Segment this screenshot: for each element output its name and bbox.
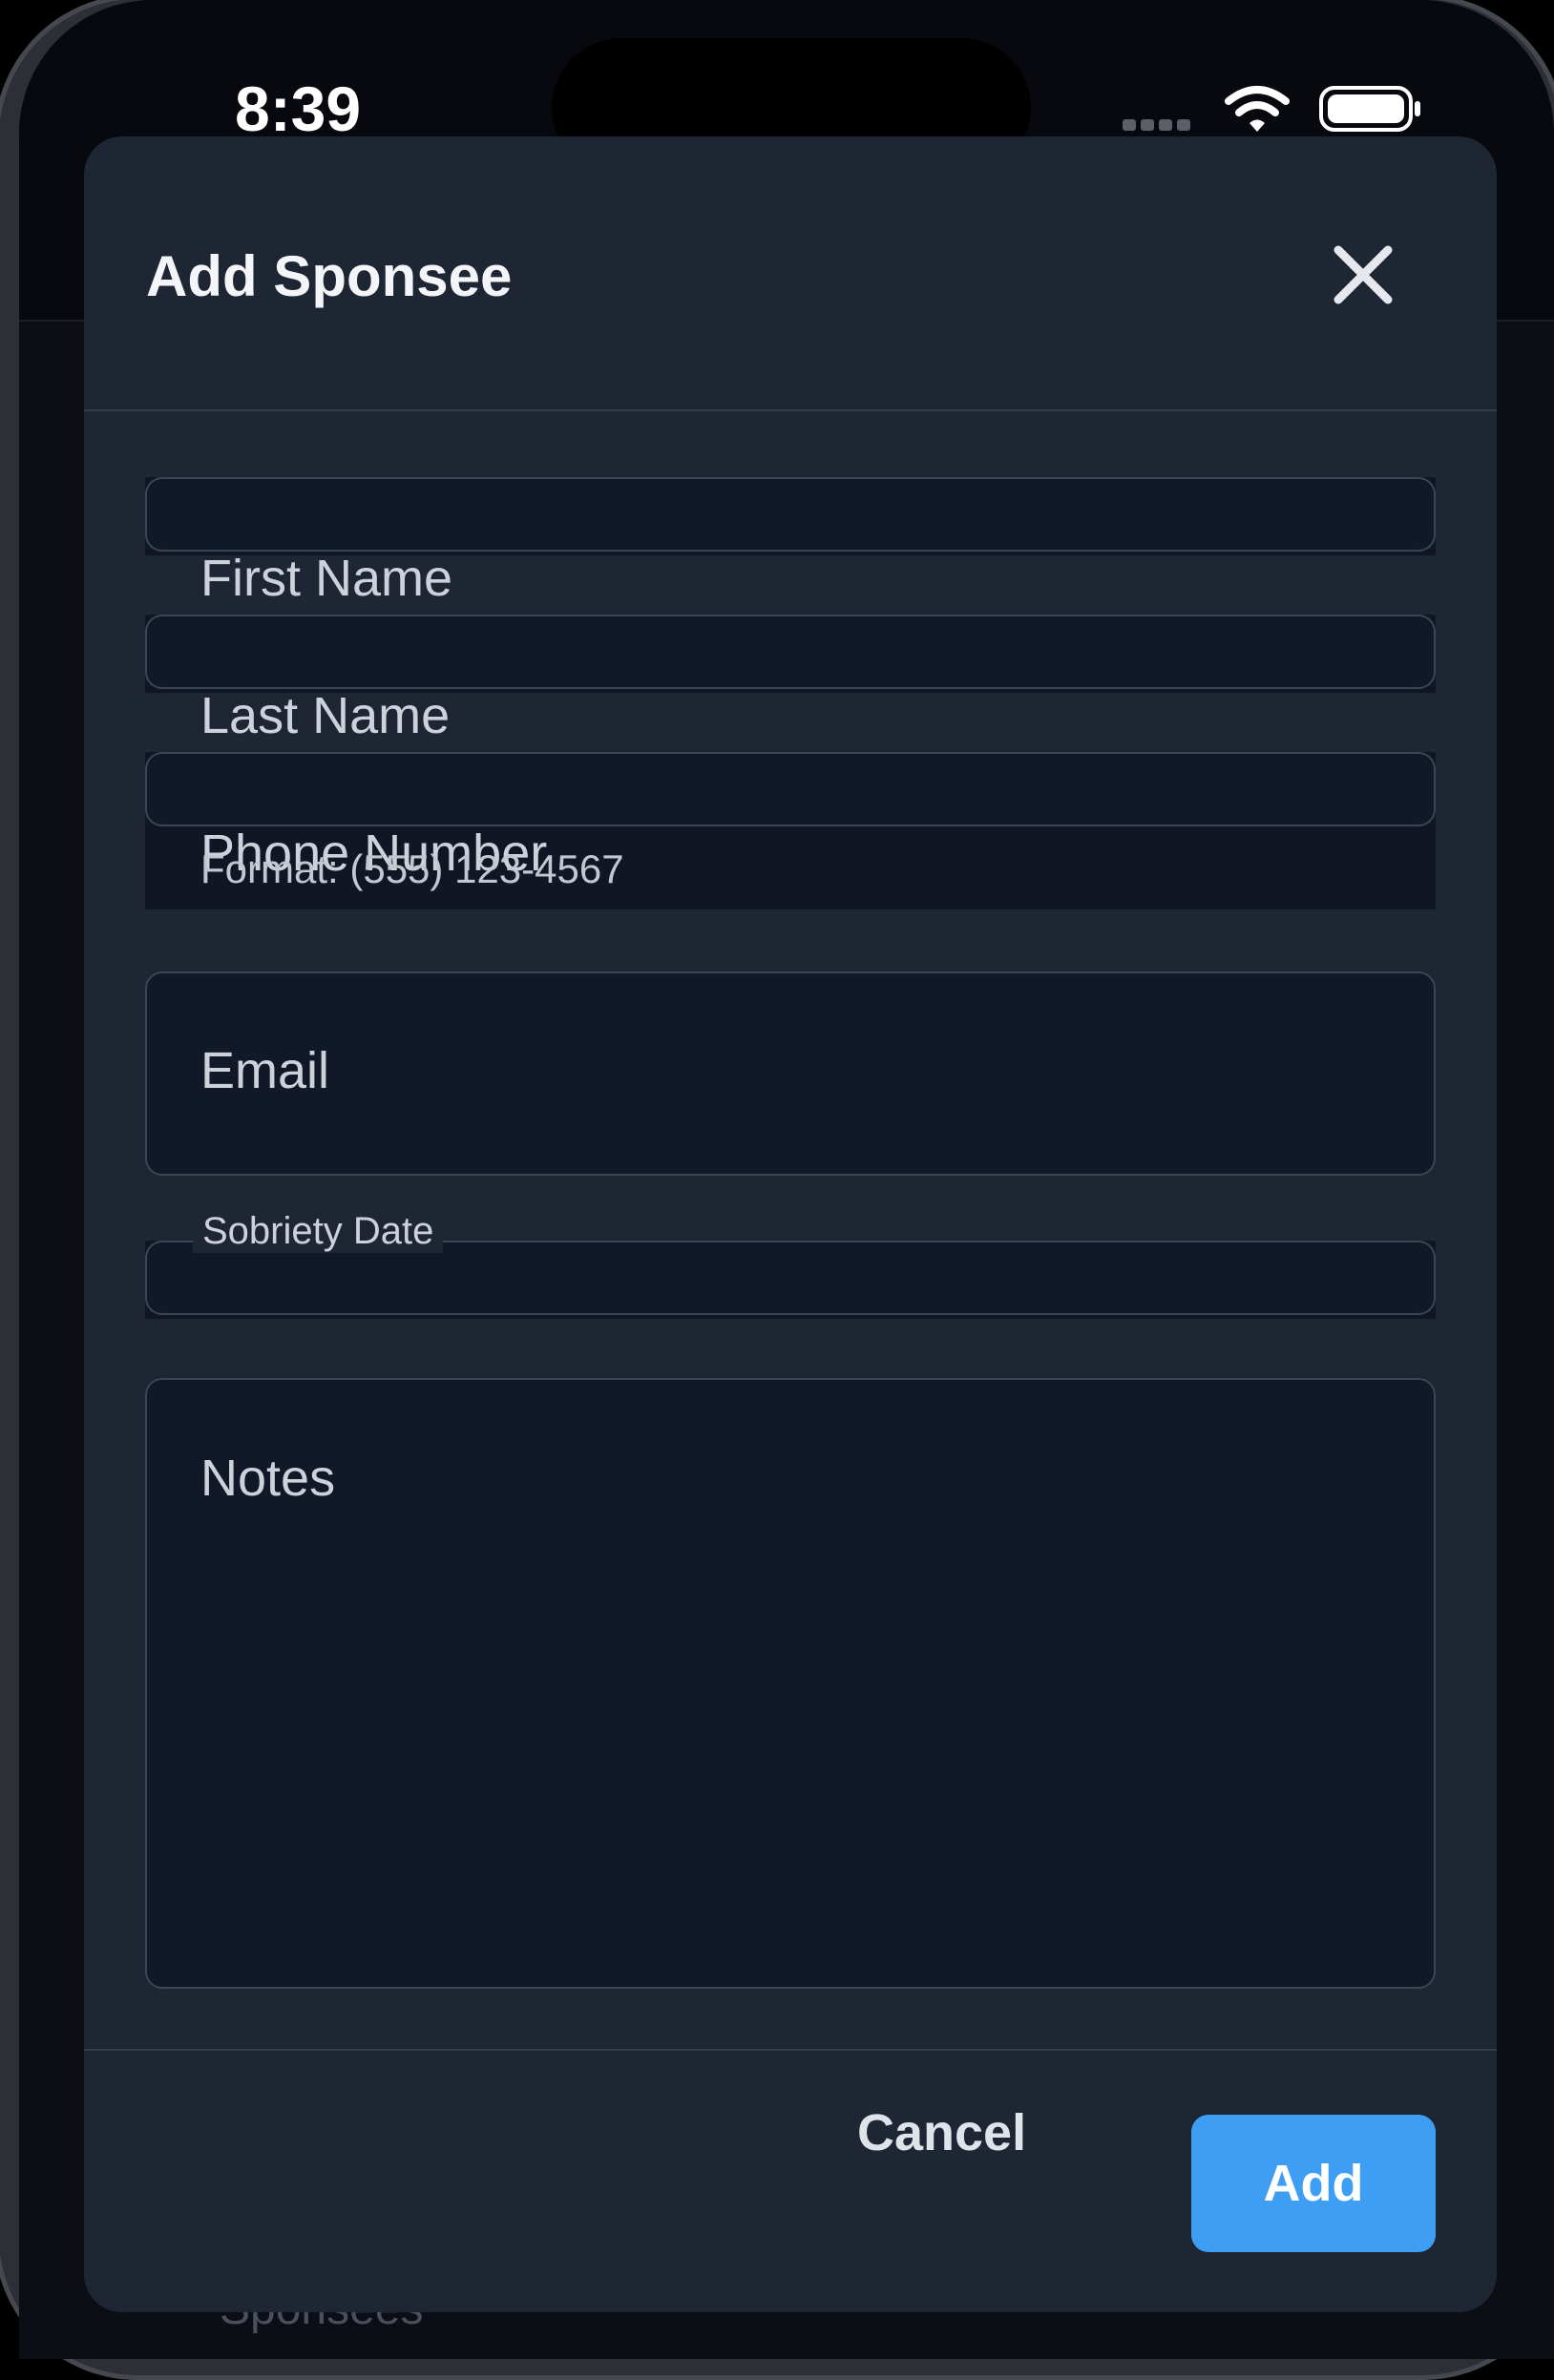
cancel-button[interactable]: Cancel [857,2103,1026,2162]
dialog-title: Add Sponsee [146,244,513,308]
wifi-icon [1225,86,1290,132]
email-input[interactable] [145,971,1436,1176]
email-label: Email [200,1042,330,1099]
footer-divider [84,2049,1497,2051]
notes-textarea[interactable] [145,1378,1436,1989]
status-bar-time: 8:39 [235,73,362,144]
first-name-input[interactable] [145,477,1436,552]
sobriety-date-label: Sobriety Date [193,1210,444,1253]
battery-icon [1319,86,1420,132]
phone-helper-text: Format: (555) 123-4567 [200,846,624,891]
last-name-label: Last Name [200,687,451,744]
header-divider [84,409,1497,411]
close-icon[interactable] [1325,237,1401,313]
add-button[interactable]: Add [1191,2115,1436,2252]
phone-input[interactable] [145,752,1436,826]
notes-label: Notes [200,1450,336,1507]
last-name-input[interactable] [145,615,1436,689]
add-sponsee-dialog: Add Sponsee First Name Last Name Phone N… [84,136,1497,2312]
first-name-label: First Name [200,550,453,607]
signal-dots-icon [1123,118,1199,132]
